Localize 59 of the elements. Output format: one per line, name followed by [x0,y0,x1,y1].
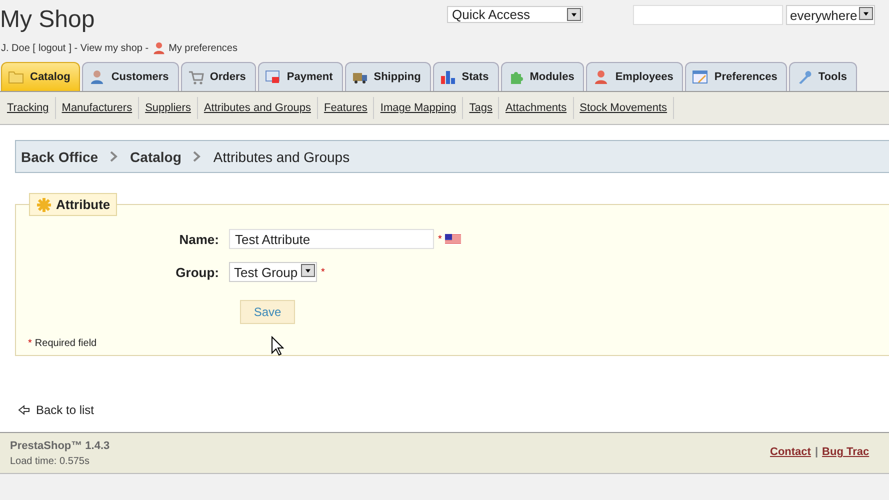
legend-text: Attribute [56,197,110,212]
flag-icon[interactable] [444,234,461,244]
nav-tab[interactable]: Payment [258,62,343,91]
nav-tab[interactable]: Customers [82,62,179,91]
required-mark: * [438,234,442,244]
person-icon [593,69,610,85]
nav-tab[interactable]: Orders [180,62,256,91]
subnav-link[interactable]: Manufacturers [56,97,140,119]
logout-link[interactable]: logout [38,42,66,54]
breadcrumb-item[interactable]: Back Office [21,148,98,164]
name-field[interactable]: Test Attribute [229,229,434,249]
nav-tab[interactable]: Stats [432,62,499,91]
back-link[interactable]: Back to list [36,403,94,417]
group-select[interactable]: Test Group [229,262,317,282]
subnav-link[interactable]: Stock Movements [574,97,674,119]
subnav-link[interactable]: Tags [463,97,500,119]
quick-access-select[interactable]: Quick Access [447,6,583,23]
chevron-icon [110,151,118,162]
footer-link[interactable]: Bug Trac [822,446,870,458]
load-time-text: Load time: 0.575s [10,456,90,467]
cart-icon [188,69,204,85]
subnav-link[interactable]: Attributes and Groups [198,97,318,119]
user-name: J. Doe [ [1,42,36,54]
subnav-link[interactable]: Attachments [499,97,574,119]
nav-tab[interactable]: Shipping [344,62,431,91]
separator-text: | [814,446,818,458]
person-icon [89,69,106,85]
subnav-link[interactable]: Image Mapping [374,97,464,119]
folder-icon [8,69,24,85]
person-icon [152,41,166,55]
shop-title: My Shop [0,6,95,34]
breadcrumb-item: Attributes and Groups [213,148,350,164]
nav-tab[interactable]: Tools [789,62,857,91]
nav-tab[interactable]: Preferences [685,62,788,91]
search-scope-select[interactable]: everywhere [786,5,875,25]
chevron-icon [193,151,202,162]
back-arrow-icon[interactable] [18,405,30,415]
preferences-link[interactable]: My preferences [168,42,238,54]
required-note: Required field [34,338,97,349]
nav-tab[interactable]: Modules [500,62,584,91]
nav-tab[interactable]: Catalog [1,62,80,91]
window-icon [692,69,708,85]
required-mark: * [28,338,32,349]
view-shop-text: ] - View my shop - [68,42,149,54]
subnav-link[interactable]: Suppliers [139,97,198,119]
nav-tab[interactable]: Employees [586,62,684,91]
version-text: PrestaShop™ 1.4.3 [10,440,110,452]
footer-link[interactable]: Contact [770,446,811,458]
subnav-link[interactable]: Tracking [1,97,56,119]
asterisk-icon [36,196,52,212]
search-field[interactable] [633,5,783,25]
field-label: Name: [178,232,220,246]
required-mark: * [321,266,325,278]
breadcrumb-item[interactable]: Catalog [130,148,182,164]
cursor-icon [271,336,284,356]
subnav-link[interactable]: Features [318,97,374,119]
field-label: Group: [174,264,220,280]
card-icon [264,69,281,85]
bar-chart-icon [440,69,456,85]
